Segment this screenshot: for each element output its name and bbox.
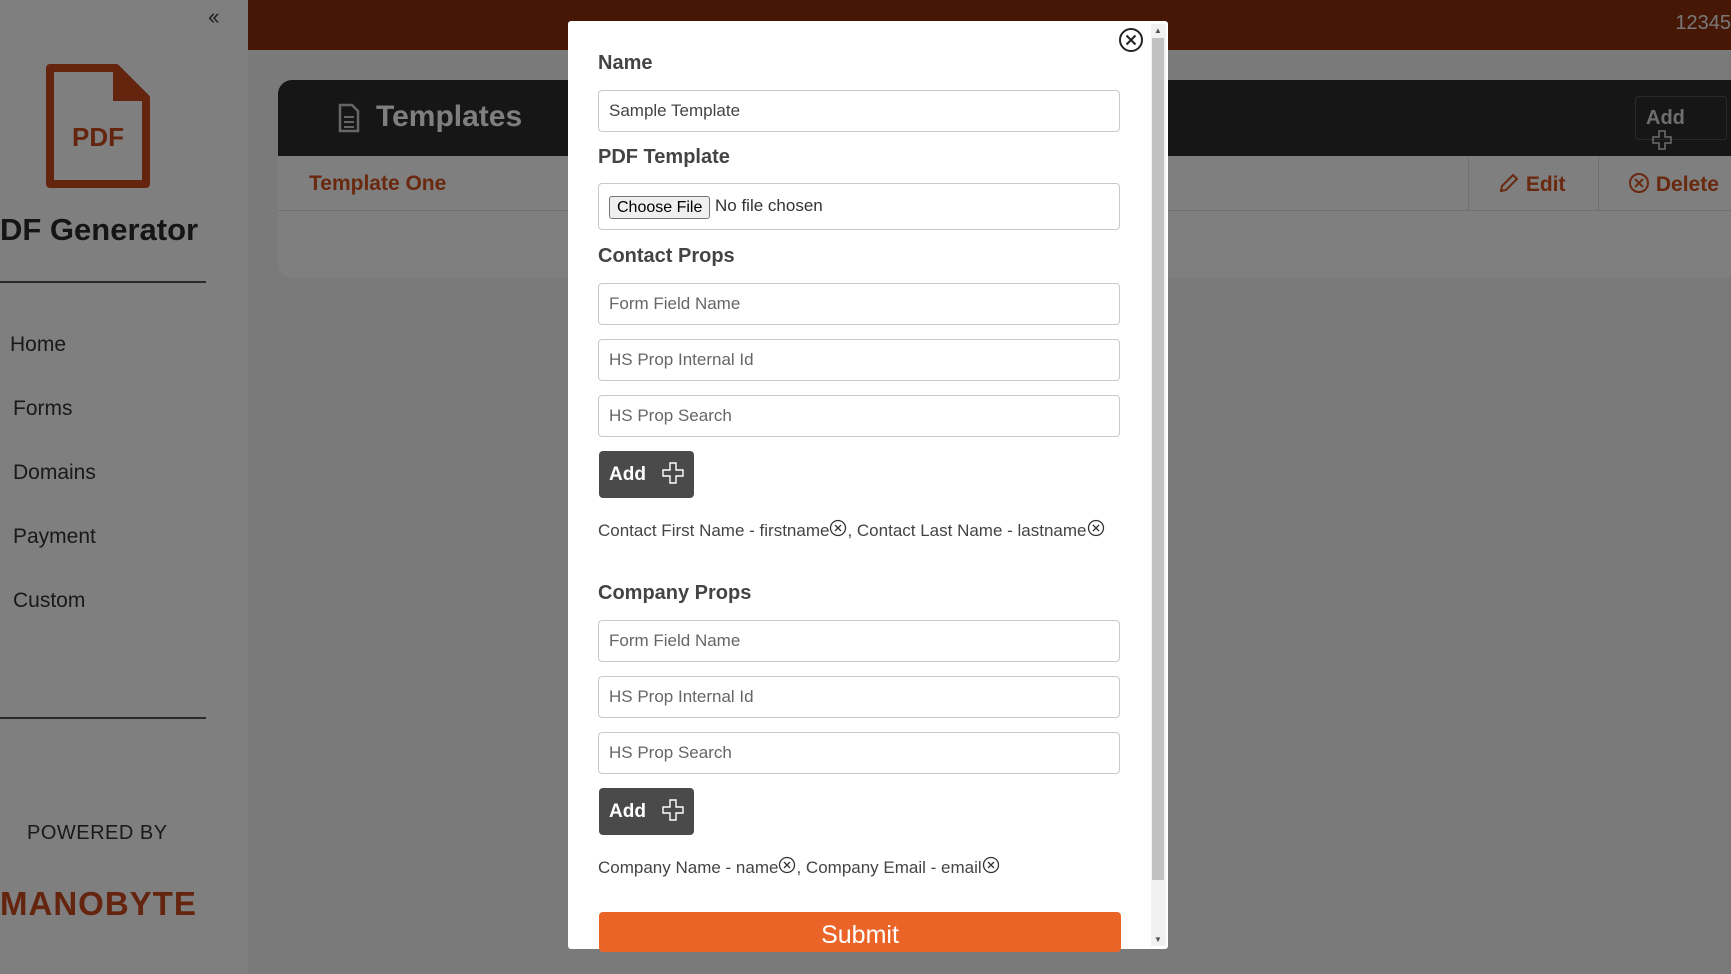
close-icon[interactable] [1118,27,1144,53]
add-label: Add [609,464,646,485]
remove-icon[interactable] [1087,519,1105,537]
prop-item: Contact First Name - firstname [598,521,830,540]
prop-item: Company Name - name [598,858,779,877]
file-status: No file chosen [715,196,823,215]
plus-icon [662,462,684,484]
pdf-template-label: PDF Template [598,146,730,168]
company-prop-search-input[interactable] [598,732,1120,774]
company-internal-id-input[interactable] [598,676,1120,718]
add-label: Add [609,801,646,822]
remove-icon[interactable] [829,519,847,537]
contact-form-field-name-input[interactable] [598,283,1120,325]
contact-prop-search-input[interactable] [598,395,1120,437]
plus-icon [662,799,684,821]
company-props-label: Company Props [598,582,752,604]
add-company-prop-button[interactable]: Add [599,788,694,835]
name-input[interactable] [598,90,1120,132]
name-label: Name [598,52,653,74]
submit-button[interactable]: Submit [599,912,1121,952]
remove-icon[interactable] [778,856,796,874]
scroll-down-arrow[interactable]: ▼ [1154,935,1162,944]
remove-icon[interactable] [982,856,1000,874]
choose-file-button[interactable]: Choose File [609,196,711,219]
contact-internal-id-input[interactable] [598,339,1120,381]
scrollbar-thumb[interactable] [1152,38,1164,880]
add-contact-prop-button[interactable]: Add [599,451,694,498]
prop-item: Contact Last Name - lastname [856,521,1087,540]
contact-props-list: Contact First Name - firstname, Contact … [598,519,1118,542]
company-props-list: Company Name - name, Company Email - ema… [598,856,1118,879]
contact-props-label: Contact Props [598,245,735,267]
scroll-up-arrow[interactable]: ▲ [1154,26,1162,35]
prop-item: Company Email - email [805,858,982,877]
company-form-field-name-input[interactable] [598,620,1120,662]
